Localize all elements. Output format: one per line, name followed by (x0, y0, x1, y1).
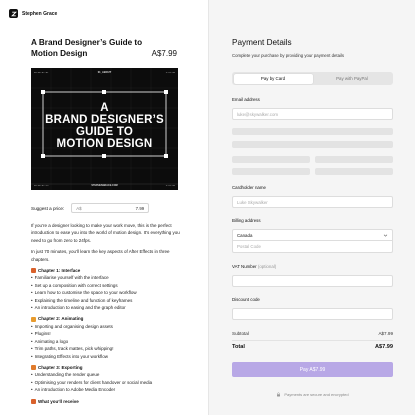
country-value: Canada (237, 232, 253, 238)
total-row: Total A$7.99 (232, 344, 393, 350)
cover-bottom-label: STEPHENGRACE.COM (91, 184, 118, 187)
chapter-title: What you’ll receive (38, 398, 79, 404)
subtotal-value: A$7.99 (378, 331, 393, 336)
list-item: Understanding the render queue (31, 371, 181, 378)
subtotal-label: Subtotal (232, 331, 249, 336)
total-value: A$7.99 (374, 344, 393, 350)
total-label: Total (232, 344, 245, 350)
description-paragraph: If you’re a designer looking to make you… (31, 223, 180, 243)
cardholder-label: Cardholder name (232, 185, 266, 190)
email-label: Email address (232, 97, 260, 102)
payment-subtitle: Complete your purchase by providing your… (232, 53, 345, 58)
discount-label: Discount code (232, 297, 260, 302)
pay-button[interactable]: Pay A$7.99 (232, 362, 393, 377)
cover-headline-line: BRAND DESIGNER’S (45, 114, 164, 126)
chapter-icon (31, 316, 36, 322)
card-field-placeholder (232, 156, 310, 163)
payment-method-tabs: Pay by Card Pay with PayPal (232, 72, 393, 85)
product-description: If you’re a designer looking to make you… (31, 222, 181, 405)
list-item: Familiarise yourself with the interface (31, 274, 181, 281)
payment-title: Payment Details (232, 38, 292, 47)
list-item: Learn how to customise the space to your… (31, 289, 181, 296)
product-title: A Brand Designer’s Guide to Motion Desig… (31, 38, 143, 58)
tab-pay-with-paypal[interactable]: Pay with PayPal (313, 74, 392, 84)
list-item: Trim paths, track mattes, pick whipping! (31, 345, 181, 352)
cover-headline-line: A (100, 102, 109, 114)
suggest-price-currency: A$ (76, 205, 82, 211)
cover-headline-line: MOTION DESIGN (56, 138, 153, 150)
card-field-placeholder (315, 168, 393, 175)
chapter-title: Chapter 3: Exporting (38, 364, 83, 370)
chevron-down-icon (383, 234, 388, 237)
card-field-placeholder (232, 168, 310, 175)
cover-headline: A BRAND DESIGNER’S GUIDE TO MOTION DESIG… (31, 102, 178, 150)
chapter-icon (31, 398, 36, 404)
chapter-heading: Chapter 1: Interface (31, 267, 181, 274)
list-item: An introduction to easing and the graph … (31, 304, 181, 311)
vat-optional-text: (optional) (257, 264, 277, 269)
chapter-title: Chapter 2: Animating (38, 316, 84, 322)
card-field-placeholder (232, 128, 393, 135)
suggest-price-input[interactable]: A$ 7.99 (71, 203, 150, 213)
card-field-placeholder (232, 141, 393, 148)
chapter-items: Familiarise yourself with the interfaceS… (31, 274, 181, 311)
product-cover-image: 00:00:01:01 4:02:00 01_ABOUT A BRAND DES… (31, 68, 178, 190)
list-item: An introduction to Adobe Media Encoder (31, 386, 181, 393)
country-select[interactable]: Canada (232, 229, 393, 241)
chapter-title: Chapter 1: Interface (38, 268, 81, 274)
vat-label: VAT Number (optional) (232, 264, 276, 269)
suggest-price-value: 7.99 (135, 205, 145, 211)
lock-icon (277, 392, 281, 397)
subtotal-row: Subtotal A$7.99 (232, 331, 393, 336)
chapter-heading: Chapter 3: Exporting (31, 364, 181, 371)
secure-note: Payments are secure and encrypted (232, 392, 393, 397)
postal-code-field[interactable]: Postal Code (232, 241, 393, 253)
chapter-icon (31, 268, 36, 274)
description-paragraph: In just 70 minutes, you’ll learn the key… (31, 249, 170, 262)
discount-code-field[interactable] (232, 308, 393, 320)
list-item: Optimising your renders for client hando… (31, 379, 181, 386)
card-field-placeholder (315, 156, 393, 163)
brand-logo-icon (9, 9, 18, 18)
email-field[interactable]: luke@skywalker.com (232, 108, 393, 120)
cover-headline-line: GUIDE TO (76, 126, 133, 138)
chapter-heading: What you’ll receive (31, 398, 181, 405)
vat-field[interactable] (232, 275, 393, 287)
list-item: Plugins! (31, 330, 181, 337)
chapter-items: Understanding the render queueOptimising… (31, 371, 181, 393)
suggest-price: Suggest a price: A$ 7.99 (31, 203, 150, 213)
suggest-price-label: Suggest a price: (31, 205, 65, 211)
product-price: A$7.99 (151, 49, 177, 58)
cardholder-field[interactable]: Luke Skywalker (232, 196, 393, 208)
list-item: Importing and organising design assets (31, 323, 181, 330)
brand-name: Stephen Grace (22, 10, 58, 17)
list-item: Explaining the timeline and function of … (31, 297, 181, 304)
tab-pay-by-card[interactable]: Pay by Card (233, 73, 313, 84)
payment-panel: Payment Details Complete your purchase b… (208, 0, 415, 415)
billing-label: Billing address (232, 218, 261, 223)
summary-divider (232, 340, 393, 341)
list-item: Integrating Effects into your workflow (31, 353, 181, 360)
cover-top-label: 01_ABOUT (97, 71, 112, 74)
product-panel: Stephen Grace A Brand Designer’s Guide t… (0, 0, 208, 415)
vat-label-text: VAT Number (232, 264, 257, 269)
chapter-list: Chapter 1: InterfaceFamiliarise yourself… (31, 267, 181, 405)
chapter-heading: Chapter 2: Animating (31, 315, 181, 322)
list-item: Animating a logo (31, 338, 181, 345)
chapter-icon (31, 365, 36, 371)
secure-note-text: Payments are secure and encrypted (284, 392, 349, 397)
chapter-items: Importing and organising design assetsPl… (31, 323, 181, 360)
brand[interactable]: Stephen Grace (9, 9, 57, 18)
list-item: Set up a composition with correct settin… (31, 282, 181, 289)
